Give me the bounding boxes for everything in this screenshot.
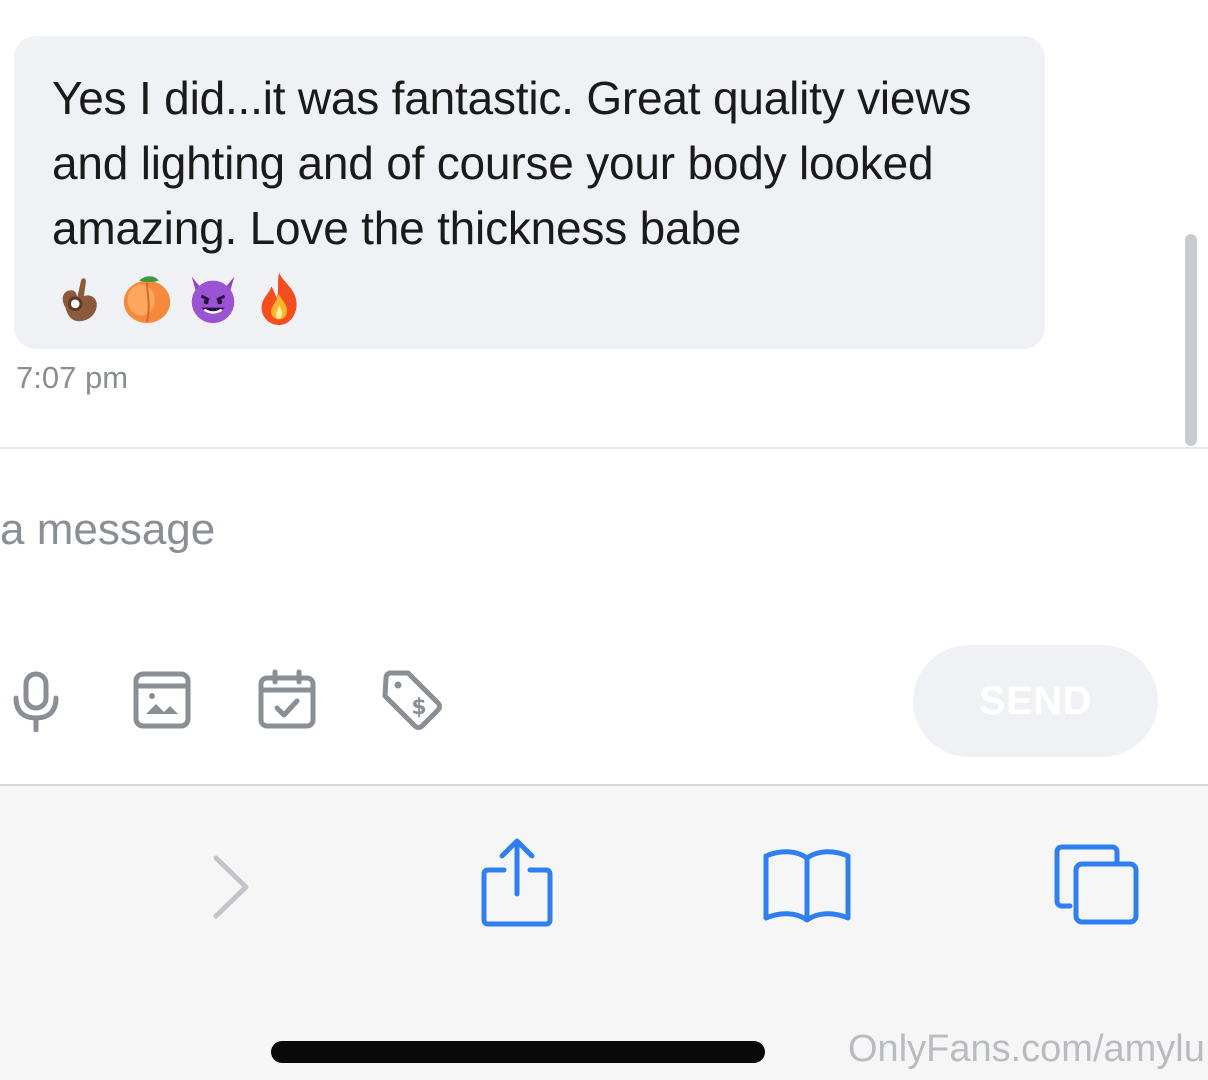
price-tag-icon[interactable]: $ — [380, 668, 444, 732]
message-timestamp: 7:07 pm — [16, 360, 129, 395]
message-list: Yes I did...it was fantastic. Great qual… — [0, 0, 1208, 448]
calendar-icon[interactable] — [255, 668, 319, 732]
ok-hand-emoji — [62, 278, 97, 322]
peach-emoji — [123, 276, 171, 324]
svg-text:$: $ — [411, 695, 426, 720]
bookmarks-icon[interactable] — [760, 848, 854, 924]
composer-divider — [0, 447, 1208, 449]
chat-screen: Yes I did...it was fantastic. Great qual… — [0, 0, 1208, 1080]
smiling-devil-emoji — [191, 276, 235, 324]
send-button[interactable]: SEND — [913, 645, 1158, 757]
emoji-row — [52, 269, 1005, 327]
message-text: Yes I did...it was fantastic. Great qual… — [52, 72, 972, 254]
watermark: OnlyFans.com/amylu — [848, 1028, 1205, 1070]
home-indicator[interactable] — [271, 1041, 765, 1063]
image-icon[interactable] — [130, 668, 194, 732]
forward-chevron-icon[interactable] — [208, 852, 254, 922]
scrollbar[interactable] — [1185, 234, 1197, 446]
fire-emoji — [261, 272, 297, 326]
share-icon[interactable] — [478, 836, 556, 928]
message-bubble[interactable]: Yes I did...it was fantastic. Great qual… — [14, 36, 1045, 349]
microphone-icon[interactable] — [4, 668, 68, 732]
message-input[interactable]: a message — [0, 505, 215, 555]
tabs-icon[interactable] — [1052, 842, 1142, 928]
